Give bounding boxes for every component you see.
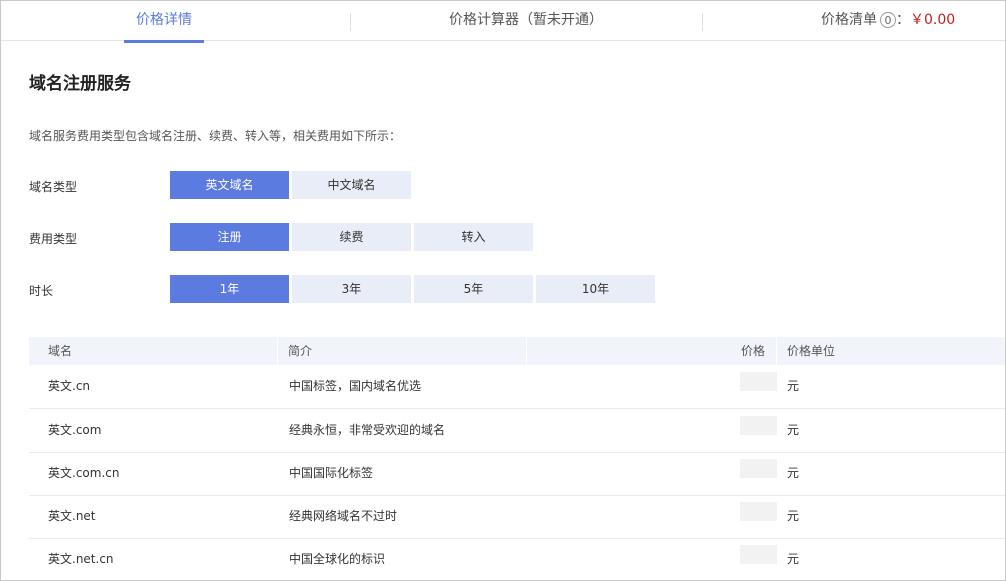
option-transfer[interactable]: 转入 [414, 223, 533, 251]
header-intro: 简介 [288, 344, 313, 358]
cell-domain: 英文.com.cn [48, 466, 120, 480]
cell-unit: 元 [787, 466, 800, 480]
option-1-year[interactable]: 1年 [170, 275, 289, 303]
price-placeholder [740, 459, 777, 478]
tab-divider [702, 13, 703, 31]
option-10-years[interactable]: 10年 [536, 275, 655, 303]
price-list-label: 价格清单 [821, 12, 877, 28]
page-title: 域名注册服务 [29, 74, 131, 94]
price-placeholder [740, 416, 777, 435]
header-price-unit: 价格单位 [787, 344, 836, 358]
tab-bar: 价格详情 价格计算器（暂未开通） 价格清单 0 ：￥0.00 [1, 1, 1005, 43]
table-row: 英文.cn 中国标签，国内域名优选 元 [29, 365, 1005, 409]
cart-separator: ： [896, 12, 910, 28]
price-placeholder [740, 502, 777, 521]
domain-type-label: 域名类型 [29, 180, 78, 194]
header-domain: 域名 [48, 344, 73, 358]
cell-domain: 英文.net.cn [48, 552, 114, 566]
tab-price-details[interactable]: 价格详情 [124, 1, 204, 40]
tab-price-calculator[interactable]: 价格计算器（暂未开通） [431, 1, 621, 40]
tab-divider [350, 13, 351, 31]
table-row: 英文.net 经典网络域名不过时 元 [29, 495, 1005, 539]
cell-intro: 经典网络域名不过时 [289, 509, 398, 523]
option-register[interactable]: 注册 [170, 223, 289, 251]
cart-count-badge: 0 [880, 12, 896, 28]
table-header: 域名 简介 价格 价格单位 [29, 337, 1005, 365]
cell-intro: 中国标签，国内域名优选 [289, 379, 422, 393]
option-3-years[interactable]: 3年 [292, 275, 411, 303]
fee-type-label: 费用类型 [29, 232, 78, 246]
option-chinese-domain[interactable]: 中文域名 [292, 171, 411, 199]
price-placeholder [740, 372, 777, 391]
cell-unit: 元 [787, 379, 800, 393]
header-divider [526, 337, 527, 365]
cell-unit: 元 [787, 509, 800, 523]
table-row: 英文.net.cn 中国全球化的标识 元 [29, 538, 1005, 580]
active-tab-indicator [124, 40, 204, 43]
cart-total-price: ￥0.00 [910, 12, 956, 28]
table-row: 英文.com.cn 中国国际化标签 元 [29, 452, 1005, 496]
description: 域名服务费用类型包含域名注册、续费、转入等，相关费用如下所示： [29, 129, 402, 143]
tab-price-list[interactable]: 价格清单 0 ：￥0.00 [821, 1, 961, 40]
option-5-years[interactable]: 5年 [414, 275, 533, 303]
cell-domain: 英文.cn [48, 379, 91, 393]
duration-label: 时长 [29, 284, 54, 298]
table-row: 英文.com 经典永恒，非常受欢迎的域名 元 [29, 409, 1005, 453]
header-divider [277, 337, 278, 365]
cell-domain: 英文.net [48, 509, 96, 523]
cell-intro: 中国全球化的标识 [289, 552, 386, 566]
cell-intro: 经典永恒，非常受欢迎的域名 [289, 423, 446, 437]
cell-intro: 中国国际化标签 [289, 466, 374, 480]
price-panel: 价格详情 价格计算器（暂未开通） 价格清单 0 ：￥0.00 域名注册服务 域名服务… [0, 0, 1006, 581]
cell-domain: 英文.com [48, 423, 102, 437]
header-divider [776, 337, 777, 365]
option-renew[interactable]: 续费 [292, 223, 411, 251]
cell-unit: 元 [787, 552, 800, 566]
price-placeholder [740, 545, 777, 564]
cell-unit: 元 [787, 423, 800, 437]
option-english-domain[interactable]: 英文域名 [170, 171, 289, 199]
header-price: 价格 [741, 344, 766, 358]
